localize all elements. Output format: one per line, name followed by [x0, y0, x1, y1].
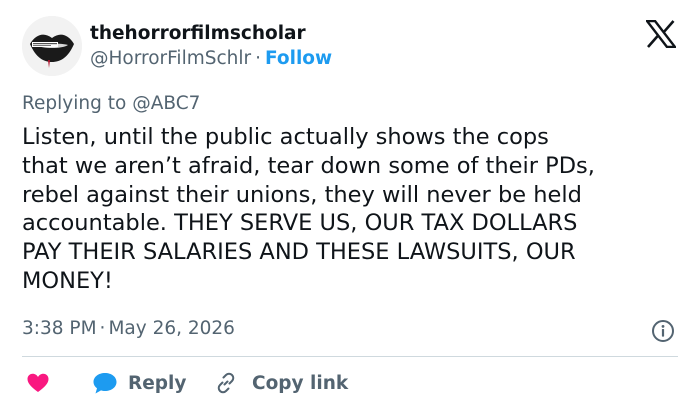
tweet-text-line: that we aren’t afraid, tear down some of…: [22, 152, 595, 179]
replying-prefix: Replying to: [22, 93, 127, 114]
avatar[interactable]: [22, 16, 82, 76]
link-icon: [217, 372, 235, 394]
reply-button[interactable]: Reply: [92, 370, 186, 396]
action-bar: Reply Copy link: [22, 366, 678, 400]
tweet-card: thehorrorfilmscholar @HorrorFilmSchlr · Fo…: [0, 0, 700, 410]
like-button[interactable]: [26, 371, 50, 395]
tweet-text-line: MONEY!: [22, 267, 113, 294]
replying-to: Replying to @ABC7: [22, 92, 200, 116]
tweet-date: May 26, 2026: [108, 318, 235, 339]
reply-label: Reply: [128, 372, 187, 394]
tweet-text-line: accountable. THEY SERVE US, OUR TAX DOLL…: [22, 210, 578, 237]
separator-dot: ·: [99, 318, 106, 339]
follow-button[interactable]: Follow: [265, 48, 332, 69]
copy-link-label: Copy link: [252, 372, 349, 394]
tweet-text-line: PAY THEIR SALARIES AND THESE LAWSUITS, O…: [22, 239, 576, 266]
replying-mention[interactable]: @ABC7: [132, 93, 200, 114]
info-icon[interactable]: [651, 319, 675, 343]
timestamp[interactable]: 3:38 PM · May 26, 2026: [22, 317, 235, 341]
handle[interactable]: @HorrorFilmSchlr: [90, 48, 251, 69]
tweet-time: 3:38 PM: [22, 318, 97, 339]
tweet-text: Listen, until the public actually shows …: [22, 123, 672, 296]
handle-line: @HorrorFilmSchlr · Follow: [90, 47, 332, 71]
heart-icon: [27, 373, 49, 392]
tweet-text-line: rebel against their unions, they will ne…: [22, 181, 582, 208]
x-logo-icon[interactable]: [644, 19, 678, 49]
tweet-text-line: Listen, until the public actually shows …: [22, 124, 549, 150]
avatar-image: [22, 16, 82, 76]
copy-link-button[interactable]: Copy link: [214, 370, 348, 396]
speech-bubble-icon: [93, 373, 117, 394]
divider: [22, 356, 678, 357]
separator-dot: ·: [255, 48, 262, 69]
display-name[interactable]: thehorrorfilmscholar: [90, 22, 306, 46]
